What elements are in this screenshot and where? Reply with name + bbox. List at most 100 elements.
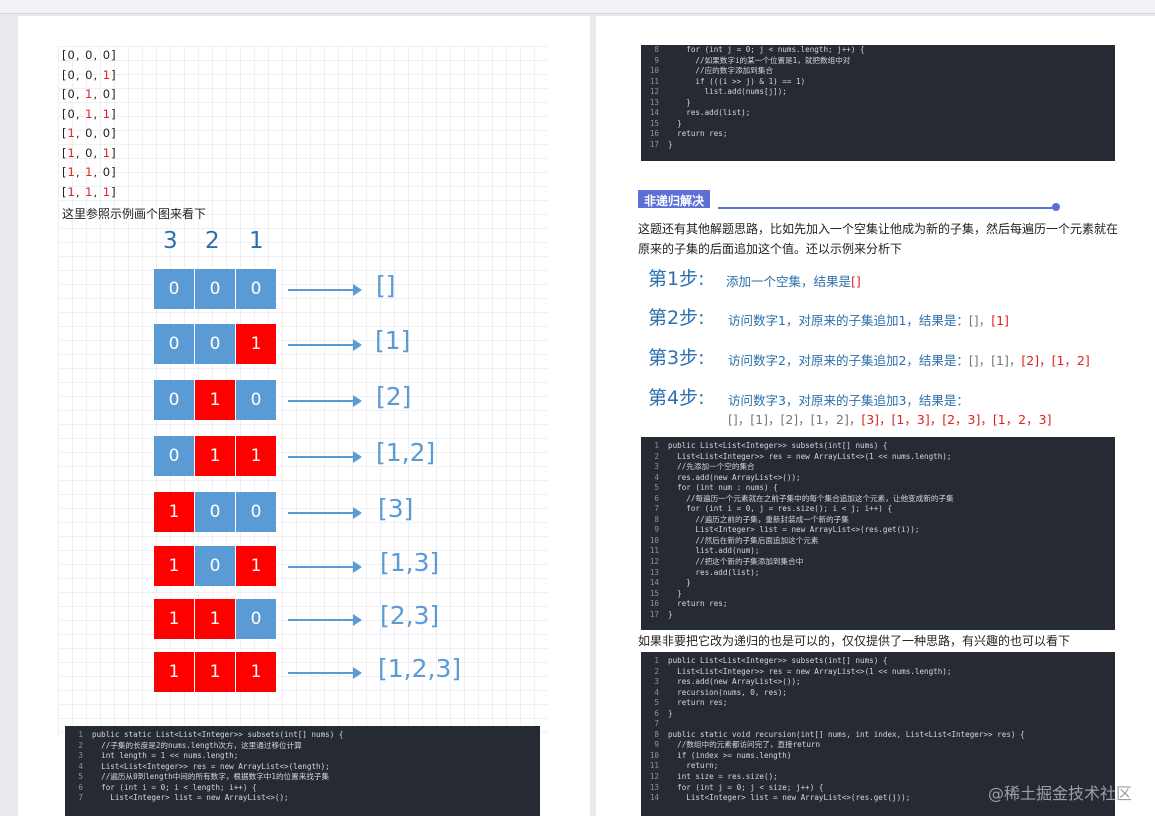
line-number: 11 xyxy=(649,76,659,86)
bit-cell: 1 xyxy=(195,599,236,639)
bit-cell: 0 xyxy=(154,380,195,420)
bit-cell: 1 xyxy=(154,492,195,532)
bit-cell: 1 xyxy=(195,380,236,420)
code-line: 6 //每遍历一个元素就在之前子集中的每个集合追加这个元素，让他变成新的子集 xyxy=(641,494,1115,505)
code-text: //每遍历一个元素就在之前子集中的每个集合追加这个元素，让他变成新的子集 xyxy=(668,493,954,503)
code-text: int size = res.size(); xyxy=(668,772,778,782)
code-line: 15 } xyxy=(641,119,1115,130)
binary-line: [0, 1, 1] xyxy=(62,106,117,121)
code-line: 1 public static List<List<Integer>> subse… xyxy=(65,730,540,741)
bit-cell: 1 xyxy=(236,324,277,364)
binary-digit: 0 xyxy=(85,48,94,62)
code-block-iterative: 1 public List<List<Integer>> subsets(int[… xyxy=(641,437,1115,630)
bit-cell: 0 xyxy=(236,380,277,420)
code-line: 3 //先添加一个空的集合 xyxy=(641,462,1115,473)
code-line: 1 public List<List<Integer>> subsets(int[… xyxy=(641,441,1115,452)
code-line: 2 List<List<Integer>> res = new ArrayLis… xyxy=(641,667,1115,678)
column-header: 2 xyxy=(205,228,220,254)
code-text: for (int j = 0; j < size; j++) { xyxy=(668,782,824,792)
code-line: 11 if (((i >> j) & 1) == 1) xyxy=(641,77,1115,88)
document-page-left: [0, 0, 0] [0, 0, 1] [0, 1, 0] [0, 1, 1] [1, … xyxy=(18,16,590,816)
code-line: 11 return; xyxy=(641,761,1115,772)
bit-cell: 1 xyxy=(236,546,277,586)
line-number: 1 xyxy=(654,656,659,665)
code-text: List<Integer> list = new ArrayList<>(res… xyxy=(668,793,911,803)
bit-cell: 1 xyxy=(195,436,236,476)
binary-digit: 1 xyxy=(85,165,94,179)
code-line: 5 return res; xyxy=(641,698,1115,709)
line-number: 16 xyxy=(649,129,659,139)
code-text: return res; xyxy=(668,129,728,139)
code-text: List<List<Integer>> res = new ArrayList<… xyxy=(668,451,952,461)
code-text: //遍历之前的子集，重新封装成一个新的子集 xyxy=(668,514,849,524)
code-text: for (int num : nums) { xyxy=(668,483,778,493)
code-text: if (index >= nums.length) xyxy=(668,750,792,760)
column-header: 3 xyxy=(163,228,178,254)
code-text: List<Integer> list = new ArrayList<>(res… xyxy=(668,525,920,535)
recursion-paragraph: 如果非要把它改为递归的也是可以的，仅仅提供了一种思路，有兴趣的也可以看下 xyxy=(638,634,1071,648)
line-number: 15 xyxy=(649,588,659,598)
line-number: 10 xyxy=(649,535,659,545)
result-label: [1,2,3] xyxy=(378,654,462,683)
bit-cell: 0 xyxy=(154,436,195,476)
line-number: 9 xyxy=(654,740,659,750)
bit-cell: 1 xyxy=(236,652,277,692)
code-text: //如果数字i的某一个位置是1，就把数组中对 xyxy=(668,55,851,65)
binary-line: [0, 1, 0] xyxy=(62,87,117,101)
code-text: public List<List<Integer>> subsets(int[]… xyxy=(668,441,888,450)
arrow-line xyxy=(288,667,362,679)
line-number: 1 xyxy=(654,441,659,450)
step-description: 访问数字2，对原来的子集追加2，结果是：[]，[1]，[2]，[1，2] xyxy=(728,350,1090,369)
step-label: 第3步: xyxy=(648,347,705,369)
code-text: //把这个新的子集添加到集合中 xyxy=(668,557,804,567)
binary-digit: 1 xyxy=(85,87,94,101)
code-line: 10 if (index >= nums.length) xyxy=(641,751,1115,762)
result-label: [2] xyxy=(376,382,412,411)
binary-digit: 1 xyxy=(67,184,76,199)
binary-line: [0, 0, 0] xyxy=(62,48,117,62)
code-line: 8 //遍历之前的子集，重新封装成一个新的子集 xyxy=(641,515,1115,526)
line-number: 2 xyxy=(78,740,83,750)
code-text: public static List<List<Integer>> subset… xyxy=(92,730,344,739)
arrow-line xyxy=(288,507,362,519)
arrow-line xyxy=(288,284,362,296)
code-line: 6 for (int i = 0; i < length; i++) { xyxy=(65,783,540,794)
binary-digit: 1 xyxy=(67,165,76,179)
code-text: res.add(list); xyxy=(668,108,751,118)
code-line: 10 //然后在新的子集后面追加这个元素 xyxy=(641,536,1115,547)
step-text: 访问数字1，对原来的子集追加1，结果是： xyxy=(728,313,969,328)
code-line: 8 public static void recursion(int[] nums… xyxy=(641,730,1115,741)
code-text: //子集的长度是2的nums.length次方，这里通过移位计算 xyxy=(92,740,302,750)
code-text: List<List<Integer>> res = new ArrayList<… xyxy=(92,761,330,771)
line-number: 4 xyxy=(654,472,659,482)
code-text: return res; xyxy=(668,599,728,609)
viewer-top-bar xyxy=(0,0,1155,14)
line-number: 12 xyxy=(649,87,659,97)
line-number: 12 xyxy=(649,772,659,782)
line-number: 11 xyxy=(649,546,659,556)
binary-line: [1, 1, 1] xyxy=(62,184,117,199)
binary-digit: 0 xyxy=(85,145,94,160)
section-title: 非递归解决 xyxy=(638,190,711,208)
step-text: 添加一个空集，结果是 xyxy=(726,274,852,289)
line-number: 15 xyxy=(649,118,659,128)
line-number: 10 xyxy=(649,750,659,760)
code-line: 7 xyxy=(641,719,1115,730)
line-number: 17 xyxy=(649,139,659,149)
line-number: 5 xyxy=(654,698,659,708)
code-line: 2 //子集的长度是2的nums.length次方，这里通过移位计算 xyxy=(65,741,540,752)
line-number: 11 xyxy=(649,761,659,771)
line-number: 5 xyxy=(78,772,83,782)
line-number: 8 xyxy=(654,45,659,54)
step-label: 第2步: xyxy=(648,307,705,329)
code-text: } xyxy=(668,708,673,718)
result-label: [1,3] xyxy=(380,548,440,577)
code-text: list.add(nums[j]); xyxy=(668,87,787,97)
result-label: [] xyxy=(376,271,396,300)
bit-cell: 0 xyxy=(195,546,236,586)
code-text: //遍历从0到length中间的所有数字，根据数字中1的位置来找子集 xyxy=(92,772,330,782)
line-number: 6 xyxy=(78,782,83,792)
code-line: 4 recursion(nums, 0, res); xyxy=(641,688,1115,699)
code-text: res.add(new ArrayList<>()); xyxy=(668,472,801,482)
step-description: 访问数字1，对原来的子集追加1，结果是：[]，[1] xyxy=(728,310,1009,329)
